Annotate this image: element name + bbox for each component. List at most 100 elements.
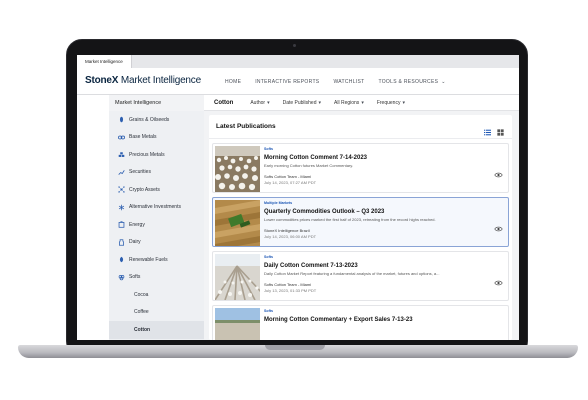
caret-down-icon: ▾	[361, 99, 364, 106]
sidebar-item-softs[interactable]: Softs	[109, 269, 204, 287]
sidebar-item-label: Grains & Oilseeds	[129, 116, 170, 123]
harvest-thumbnail	[215, 200, 260, 246]
nav-home[interactable]: HOME	[225, 79, 241, 85]
filter-author[interactable]: Author ▾	[250, 100, 269, 106]
sidebar-gutter	[77, 95, 109, 340]
cotton-rows-thumbnail	[215, 254, 260, 300]
chevron-down-icon: ⌄	[441, 78, 446, 85]
screen: Market Intelligence StoneX Market Intell…	[77, 55, 519, 340]
card-author: Softs Cotton Team - Miami	[264, 282, 312, 287]
sidebar-title[interactable]: Market Intelligence	[109, 95, 204, 111]
card-author: Softs Cotton Team - Miami	[264, 174, 312, 179]
sidebar-item-label: Base Metals	[129, 134, 157, 141]
card-title[interactable]: Quarterly Commodities Outlook – Q3 2023	[264, 209, 488, 215]
sidebar-subitem-cocoa[interactable]: Cocoa	[109, 286, 204, 304]
sidebar: Grains & Oilseeds Base Metals Precious M…	[109, 111, 204, 340]
publication-card[interactable]: Multiple Markets Quarterly Commodities O…	[212, 197, 509, 247]
cotton-field-thumbnail	[215, 146, 260, 192]
card-category[interactable]: Softs	[264, 255, 488, 261]
sidebar-item-label: Alternative Investments	[129, 204, 181, 211]
filter-label: Date Published	[282, 99, 317, 106]
sidebar-item-crypto[interactable]: Crypto Assets	[109, 181, 204, 199]
eye-icon[interactable]	[494, 219, 503, 237]
cotton-sky-thumbnail	[215, 308, 260, 340]
card-date: July 14, 2023, 06:00 AM PDT	[264, 234, 317, 239]
eye-icon[interactable]	[494, 273, 503, 291]
nav-watchlist[interactable]: WATCHLIST	[333, 79, 364, 85]
sidebar-item-energy[interactable]: Energy	[109, 216, 204, 234]
line-chart-icon	[117, 168, 125, 176]
brand-name: StoneX	[85, 75, 119, 86]
dairy-icon	[117, 238, 125, 246]
nav-interactive-reports[interactable]: INTERACTIVE REPORTS	[255, 79, 319, 85]
brand-logo[interactable]: StoneX Market Intelligence	[85, 75, 201, 87]
sidebar-subitem-coffee[interactable]: Coffee	[109, 304, 204, 322]
filter-date-published[interactable]: Date Published ▾	[283, 100, 321, 106]
grid-view-icon[interactable]	[497, 123, 504, 141]
gold-bars-icon	[117, 151, 125, 159]
sidebar-item-base-metals[interactable]: Base Metals	[109, 129, 204, 147]
card-category[interactable]: Softs	[264, 309, 488, 315]
sidebar-item-label: Renewable Fuels	[129, 256, 168, 263]
sidebar-item-label: Precious Metals	[129, 151, 165, 158]
caret-down-icon: ▾	[318, 99, 322, 106]
sidebar-item-precious-metals[interactable]: Precious Metals	[109, 146, 204, 164]
asterisk-icon	[117, 203, 125, 211]
sidebar-item-label: Securities	[129, 169, 151, 176]
sidebar-item-alternative[interactable]: Alternative Investments	[109, 199, 204, 217]
card-category[interactable]: Multiple Markets	[264, 201, 488, 207]
link-icon	[117, 133, 125, 141]
laptop-notch	[265, 345, 325, 350]
filter-label: All Regions	[334, 99, 360, 106]
list-view-icon[interactable]	[484, 123, 491, 141]
filter-frequency[interactable]: Frequency ▾	[377, 100, 405, 106]
publication-card[interactable]: Softs Daily Cotton Comment 7-13-2023 Dai…	[212, 251, 509, 301]
card-author: StoneX Intelligence Brazil	[264, 228, 310, 233]
filter-bar: Cotton Author ▾ Date Published ▾ All Regio…	[204, 95, 519, 111]
filter-regions[interactable]: All Regions ▾	[334, 100, 364, 106]
publication-card[interactable]: Softs Morning Cotton Comment 7-14-2023 E…	[212, 143, 509, 193]
publication-card[interactable]: Softs Morning Cotton Commentary + Export…	[212, 305, 509, 340]
caret-down-icon: ▾	[267, 99, 270, 106]
card-date: July 13, 2023, 01:33 PM PDT	[264, 288, 317, 293]
sidebar-item-label: Energy	[129, 221, 145, 228]
browser-tab[interactable]: Market Intelligence	[77, 55, 132, 68]
sidebar-item-grains[interactable]: Grains & Oilseeds	[109, 111, 204, 129]
eye-icon[interactable]	[494, 165, 503, 183]
caret-down-icon: ▾	[402, 99, 405, 106]
brand-product: Market Intelligence	[118, 75, 201, 86]
sidebar-item-label: Softs	[129, 274, 141, 281]
card-title[interactable]: Daily Cotton Comment 7-13-2023	[264, 263, 488, 269]
card-title[interactable]: Morning Cotton Comment 7-14-2023	[264, 155, 488, 161]
card-description: Early morning Cotton futures Market Comm…	[264, 163, 354, 168]
sidebar-item-renewable[interactable]: Renewable Fuels	[109, 251, 204, 269]
view-toggle	[484, 123, 504, 141]
top-navigation: StoneX Market Intelligence HOME INTERACT…	[77, 68, 519, 95]
nav-tools-resources[interactable]: TOOLS & RESOURCES ⌄	[378, 79, 445, 85]
card-description: Lower commodities prices marked the firs…	[264, 217, 436, 222]
section-title: Latest Publications	[216, 123, 276, 130]
publications-panel: Latest Publications Softs Morning Cotton…	[209, 115, 512, 340]
sidebar-item-securities[interactable]: Securities	[109, 164, 204, 182]
filter-label: Author	[250, 99, 266, 106]
nav-links: HOME INTERACTIVE REPORTS WATCHLIST TOOLS…	[225, 68, 445, 95]
energy-icon	[117, 221, 125, 229]
softs-icon	[117, 273, 125, 281]
sidebar-item-label: Dairy	[129, 239, 141, 246]
network-icon	[117, 186, 125, 194]
nav-tools-label: TOOLS & RESOURCES	[378, 78, 439, 85]
sidebar-item-label: Crypto Assets	[129, 186, 160, 193]
card-body: Softs Morning Cotton Commentary + Export…	[264, 309, 488, 323]
card-category[interactable]: Softs	[264, 147, 488, 153]
camera-icon	[293, 44, 296, 47]
page-title: Cotton	[214, 99, 234, 106]
card-date: July 14, 2023, 07:27 AM PDT	[264, 180, 317, 185]
card-description: Daily Cotton Market Report featuring a f…	[264, 271, 440, 276]
browser-tabstrip: Market Intelligence	[77, 55, 519, 68]
panel-header: Latest Publications	[209, 115, 512, 139]
sidebar-item-dairy[interactable]: Dairy	[109, 234, 204, 252]
card-body: Multiple Markets Quarterly Commodities O…	[264, 201, 488, 239]
sidebar-subitem-cotton[interactable]: Cotton	[109, 321, 204, 339]
filter-label: Frequency	[376, 99, 401, 106]
card-title[interactable]: Morning Cotton Commentary + Export Sales…	[264, 317, 488, 323]
